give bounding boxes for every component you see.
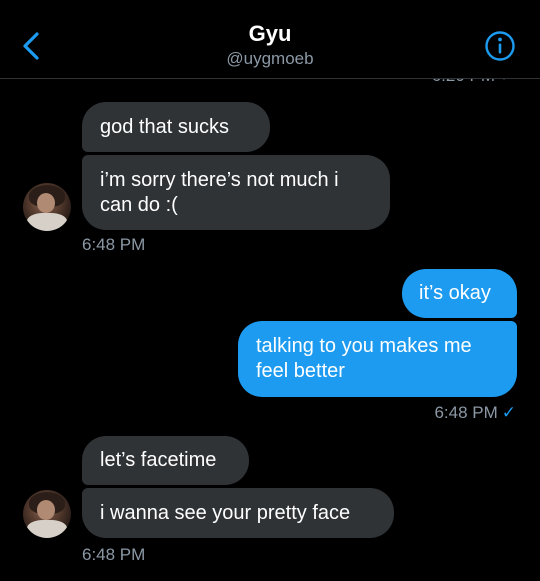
contact-handle: @uygmoeb	[226, 49, 314, 68]
outgoing-message[interactable]: talking to you makes me feel better	[238, 321, 517, 397]
info-icon	[485, 31, 515, 61]
incoming-message[interactable]: i wanna see your pretty face	[82, 488, 394, 538]
contact-avatar[interactable]	[23, 183, 71, 231]
conversation-header: Gyu @uygmoeb	[0, 0, 540, 79]
message-text-line: talking to you makes me	[256, 335, 472, 357]
message-text: let’s facetime	[100, 449, 217, 471]
check-icon: ✓	[501, 403, 516, 422]
message-text: i wanna see your pretty face	[100, 502, 351, 524]
contact-name: Gyu	[248, 21, 292, 46]
message-text-line: feel better	[256, 360, 345, 382]
contact-avatar[interactable]	[23, 490, 71, 538]
message-timestamp: 6:48 PM	[82, 235, 146, 254]
outgoing-message[interactable]: it’s okay	[402, 269, 517, 318]
message-text-line: i’m sorry there’s not much i	[100, 169, 339, 191]
message-text: god that sucks	[100, 116, 229, 138]
timestamp-text: 6:48 PM	[434, 403, 498, 422]
conversation-title-block[interactable]: Gyu @uygmoeb	[0, 20, 540, 70]
message-text-line: can do :(	[100, 194, 178, 216]
incoming-message[interactable]: god that sucks	[82, 102, 270, 152]
message-timestamp: 6:48 PM	[82, 545, 146, 564]
incoming-message[interactable]: let’s facetime	[82, 436, 249, 485]
message-text: it’s okay	[419, 282, 491, 304]
message-timestamp: 6:48 PM ✓	[434, 403, 516, 423]
info-button[interactable]	[484, 30, 516, 62]
incoming-message[interactable]: i’m sorry there’s not much i can do :(	[82, 155, 390, 230]
